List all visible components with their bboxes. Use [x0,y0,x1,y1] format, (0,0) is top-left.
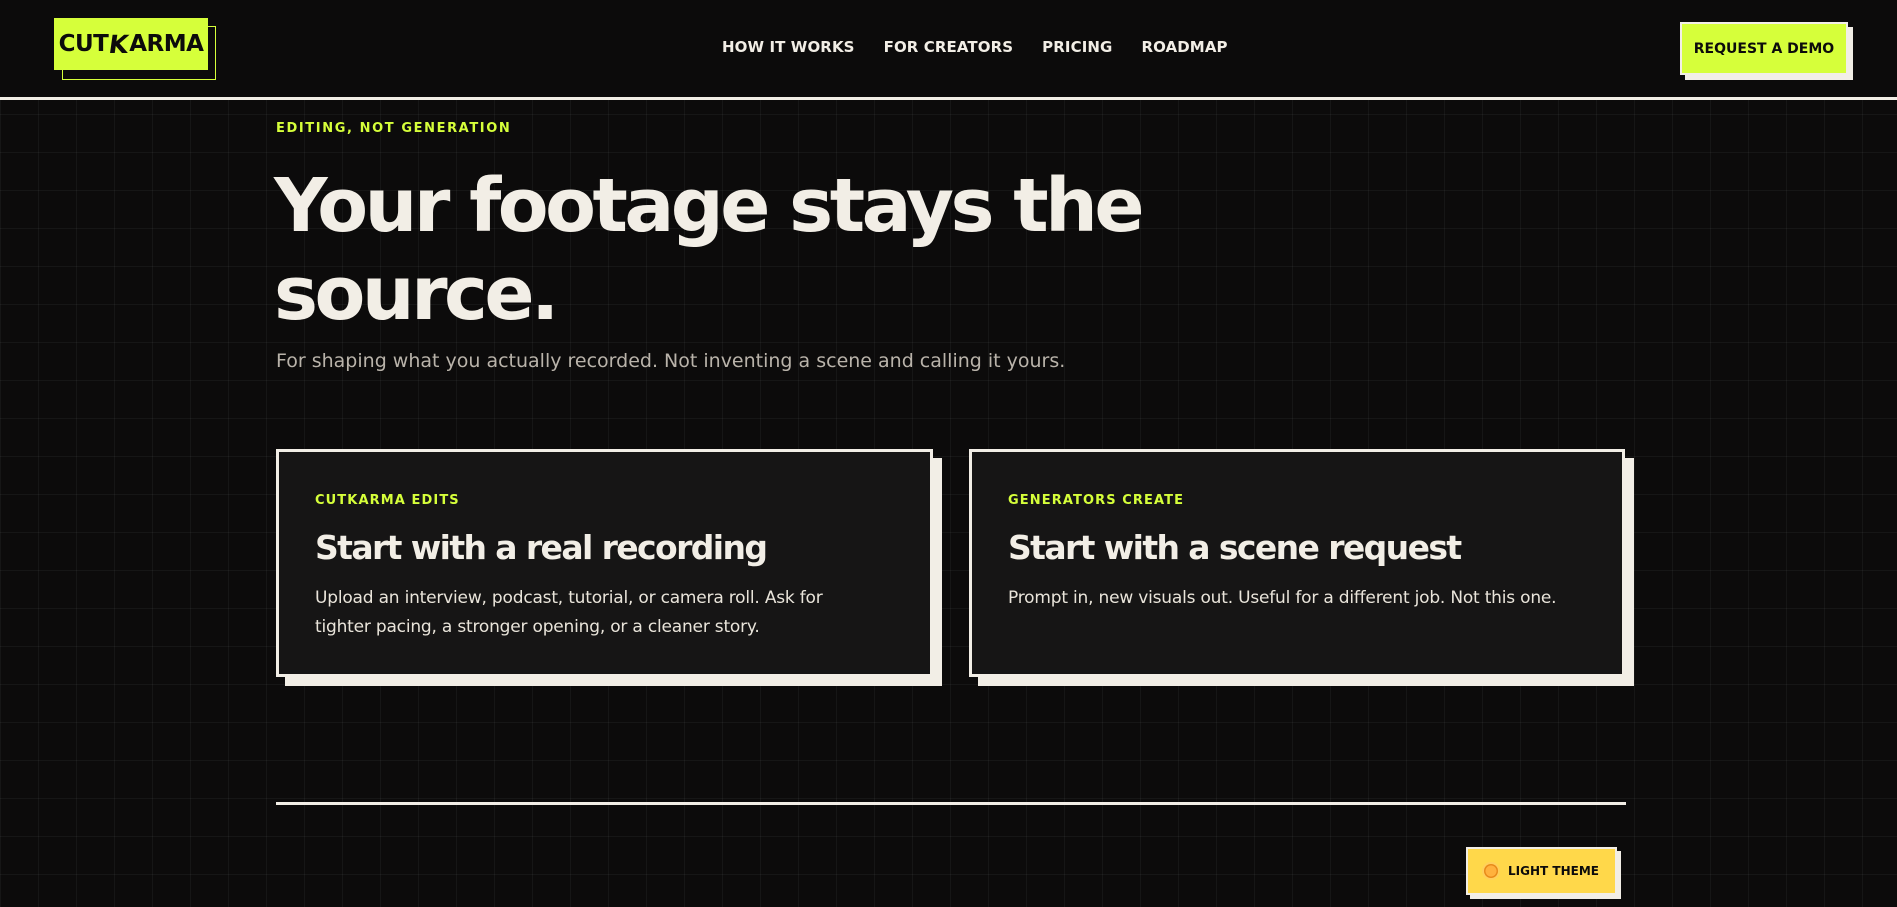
nav-pricing[interactable]: PRICING [1042,38,1112,56]
top-navigation-bar: CUT K ARMA HOW IT WORKS FOR CREATORS PRICI… [0,0,1897,100]
card-title: Start with a real recording [315,528,768,567]
nav-for-creators[interactable]: FOR CREATORS [884,38,1014,56]
main-nav: HOW IT WORKS FOR CREATORS PRICING ROADMA… [722,38,1228,56]
sun-icon [1484,864,1499,878]
nav-roadmap[interactable]: ROADMAP [1141,38,1227,56]
logo-link[interactable]: CUT K ARMA [54,18,216,80]
hero-title-line-1: Your footage stays the [274,163,1145,249]
logo-text-right: ARMA [129,31,204,57]
card-body: Upload an interview, podcast, tutorial, … [315,588,823,637]
section-divider [276,802,1626,805]
card-eyebrow: CUTKARMA EDITS [315,493,460,508]
request-demo-button[interactable]: REQUEST A DEMO [1680,22,1848,75]
logo-text-left: CUT [58,31,109,57]
hero-subtitle: For shaping what you actually recorded. … [276,350,1066,372]
hero-title-line-2: source. [274,251,559,337]
hero-title: Your footage stays the source. [274,162,1234,338]
logo-k-mark: K [107,29,131,59]
card-eyebrow: GENERATORS CREATE [1008,493,1185,508]
cutkarma-logo: CUT K ARMA [54,18,208,70]
cutkarma-edits-card: CUTKARMA EDITS Start with a real recordi… [276,449,933,677]
theme-toggle-label: LIGHT THEME [1508,864,1599,878]
generators-create-card: GENERATORS CREATE Start with a scene req… [969,449,1625,677]
hero-eyebrow: EDITING, NOT GENERATION [276,121,512,136]
card-title: Start with a scene request [1008,528,1462,567]
nav-how-it-works[interactable]: HOW IT WORKS [722,38,855,56]
light-theme-toggle[interactable]: LIGHT THEME [1466,847,1617,895]
card-body: Prompt in, new visuals out. Useful for a… [1008,588,1557,608]
